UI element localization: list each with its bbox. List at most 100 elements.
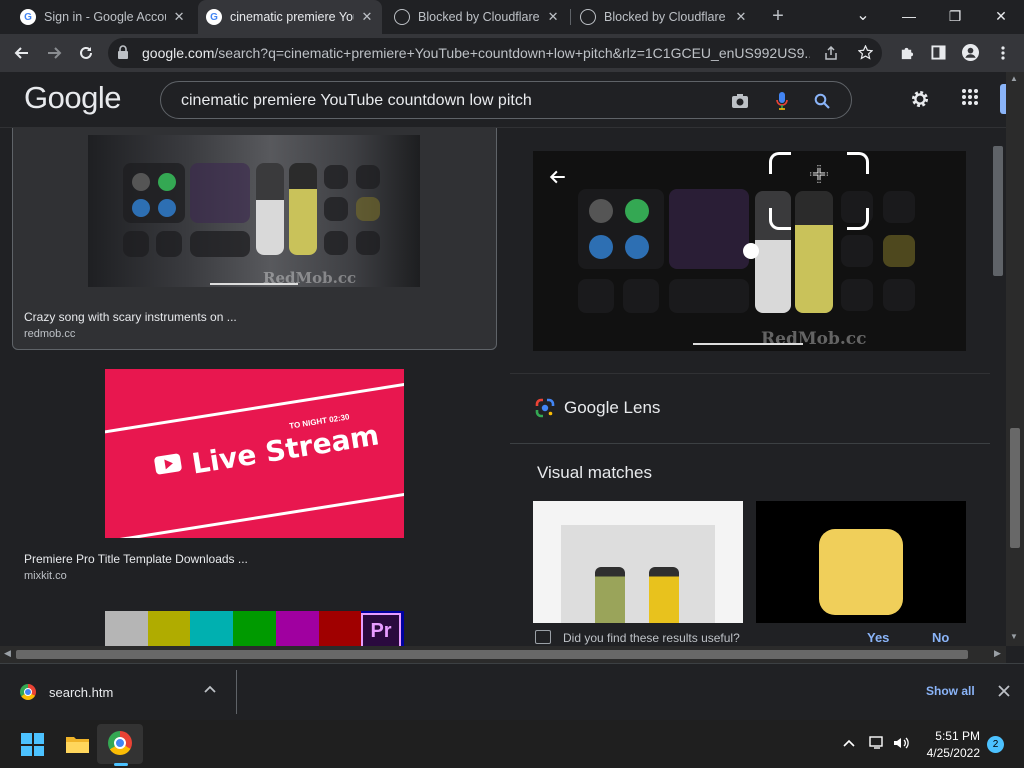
restore-button[interactable]: ❐: [932, 0, 978, 34]
profile-avatar-icon[interactable]: [959, 42, 981, 64]
camera-search-icon[interactable]: [729, 90, 751, 112]
lens-panel-scrollbar[interactable]: [990, 128, 1006, 646]
preview-home-bar: [693, 343, 803, 345]
active-app-indicator: [114, 763, 128, 766]
settings-gear-icon[interactable]: [908, 88, 932, 112]
result-caption[interactable]: Premiere Pro Title Template Downloads ..…: [24, 552, 248, 566]
side-panel-icon[interactable]: [927, 42, 949, 64]
search-box[interactable]: cinematic premiere YouTube countdown low…: [160, 81, 852, 119]
file-explorer-icon[interactable]: [65, 734, 90, 754]
chrome-file-icon: [20, 684, 36, 700]
bookmark-star-icon[interactable]: [854, 42, 876, 64]
thumb-slider: [289, 163, 317, 255]
address-bar[interactable]: google.com/search?q=cinematic+premiere+Y…: [108, 38, 882, 68]
url-host: google.com: [142, 45, 215, 61]
scrollbar-thumb[interactable]: [16, 650, 968, 659]
thumb-tile: [669, 279, 749, 313]
frame-corner[interactable]: [769, 152, 791, 174]
tab-close-icon[interactable]: ✕: [172, 9, 186, 25]
download-separator: [236, 670, 237, 714]
google-logo[interactable]: Google: [24, 80, 121, 116]
forward-button[interactable]: [40, 39, 68, 67]
google-lens-title: Google Lens: [564, 398, 661, 417]
result-source: redmob.cc: [24, 328, 76, 340]
google-g-icon: G: [20, 9, 36, 25]
tab-strip: G Sign in - Google Accou ✕ G cinematic p…: [0, 0, 1024, 34]
thumb-tile: [669, 189, 749, 269]
frame-corner[interactable]: [769, 208, 791, 230]
scroll-up-arrow-icon[interactable]: ▲: [1010, 74, 1018, 83]
thumb-toggle: [625, 199, 649, 223]
color-bar: [190, 611, 234, 646]
scrollbar-thumb[interactable]: [993, 146, 1003, 276]
show-all-downloads-button[interactable]: Show all: [926, 684, 975, 698]
tab-search-chevron-icon[interactable]: ⌄: [840, 0, 886, 34]
lens-back-button[interactable]: [543, 162, 573, 192]
match-yellow-square: [819, 529, 903, 615]
result-thumbnail-color-bars[interactable]: [105, 611, 405, 646]
thumb-tile: [156, 231, 182, 257]
feedback-no-button[interactable]: No: [932, 630, 949, 645]
scroll-right-arrow-icon[interactable]: ▶: [994, 648, 1001, 659]
thumb-toggle: [589, 235, 613, 259]
visual-match-2[interactable]: [756, 501, 966, 641]
chrome-taskbar-icon[interactable]: [108, 731, 132, 755]
minimize-button[interactable]: —: [886, 0, 932, 34]
feedback-chat-icon: [535, 630, 551, 644]
download-file-name[interactable]: search.htm: [49, 685, 113, 700]
thumb-tile: [841, 235, 873, 267]
result-source: mixkit.co: [24, 570, 67, 582]
page-horizontal-scrollbar[interactable]: ◀ ▶: [0, 646, 1006, 663]
feedback-yes-button[interactable]: Yes: [867, 630, 889, 645]
share-icon[interactable]: [820, 42, 842, 64]
scroll-left-arrow-icon[interactable]: ◀: [4, 648, 11, 659]
clock-date[interactable]: 4/25/2022: [918, 746, 980, 760]
close-download-bar-icon[interactable]: [998, 681, 1010, 701]
windows-start-icon[interactable]: [21, 733, 44, 756]
screen: G Sign in - Google Accou ✕ G cinematic p…: [0, 0, 1024, 768]
microphone-icon[interactable]: [771, 90, 793, 112]
notification-badge[interactable]: 2: [987, 736, 1004, 753]
tab-title: Sign in - Google Accou: [44, 10, 167, 24]
tab-close-icon[interactable]: ✕: [734, 9, 748, 25]
result-caption[interactable]: Crazy song with scary instruments on ...: [24, 310, 237, 324]
tab-cloudflare-2[interactable]: Blocked by Cloudflare ✕: [572, 0, 756, 34]
tab-close-icon[interactable]: ✕: [360, 9, 374, 25]
apps-grid-icon[interactable]: [958, 88, 982, 112]
frame-corner[interactable]: [847, 208, 869, 230]
panel-divider: [510, 373, 990, 374]
visual-match-1[interactable]: [533, 501, 743, 641]
search-icon[interactable]: [811, 90, 833, 112]
search-input[interactable]: cinematic premiere YouTube countdown low…: [181, 92, 532, 110]
result-thumbnail-control-center[interactable]: RedMob.cc: [88, 135, 420, 287]
tab-close-icon[interactable]: ✕: [546, 9, 560, 25]
google-header: Google cinematic premiere YouTube countd…: [0, 72, 1006, 128]
reload-button[interactable]: [72, 39, 100, 67]
frame-corner[interactable]: [847, 152, 869, 174]
clock-time[interactable]: 5:51 PM: [932, 729, 980, 743]
scroll-down-arrow-icon[interactable]: ▼: [1010, 632, 1018, 641]
tray-overflow-chevron-icon[interactable]: [843, 734, 855, 750]
extensions-puzzle-icon[interactable]: [895, 42, 917, 64]
download-options-chevron-icon[interactable]: [204, 682, 216, 696]
network-icon[interactable]: [869, 734, 885, 753]
new-tab-button[interactable]: +: [766, 5, 790, 29]
scrollbar-thumb[interactable]: [1010, 428, 1020, 548]
thumb-tile: [190, 163, 250, 223]
page-vertical-scrollbar[interactable]: ▲ ▼: [1006, 72, 1024, 646]
thumb-toggle: [158, 199, 176, 217]
result-thumbnail-live-stream[interactable]: Live Stream TO NIGHT 02:30: [105, 369, 404, 538]
lens-zoom-handle[interactable]: [743, 243, 759, 259]
tab-search-results[interactable]: G cinematic premiere You ✕: [198, 0, 382, 34]
tab-cloudflare-1[interactable]: Blocked by Cloudflare ✕: [386, 0, 568, 34]
thumb-tile: [578, 279, 614, 313]
tab-sign-in[interactable]: G Sign in - Google Accou ✕: [12, 0, 194, 34]
thumb-tile: [324, 197, 348, 221]
volume-icon[interactable]: [893, 734, 911, 753]
tab-title: cinematic premiere You: [230, 10, 354, 24]
back-button[interactable]: [8, 39, 36, 67]
window-close-button[interactable]: ✕: [978, 0, 1024, 34]
results-area: RedMob.cc Crazy song with scary instrume…: [0, 128, 1006, 646]
google-lens-icon: [535, 398, 555, 418]
browser-menu-icon[interactable]: [992, 42, 1014, 64]
